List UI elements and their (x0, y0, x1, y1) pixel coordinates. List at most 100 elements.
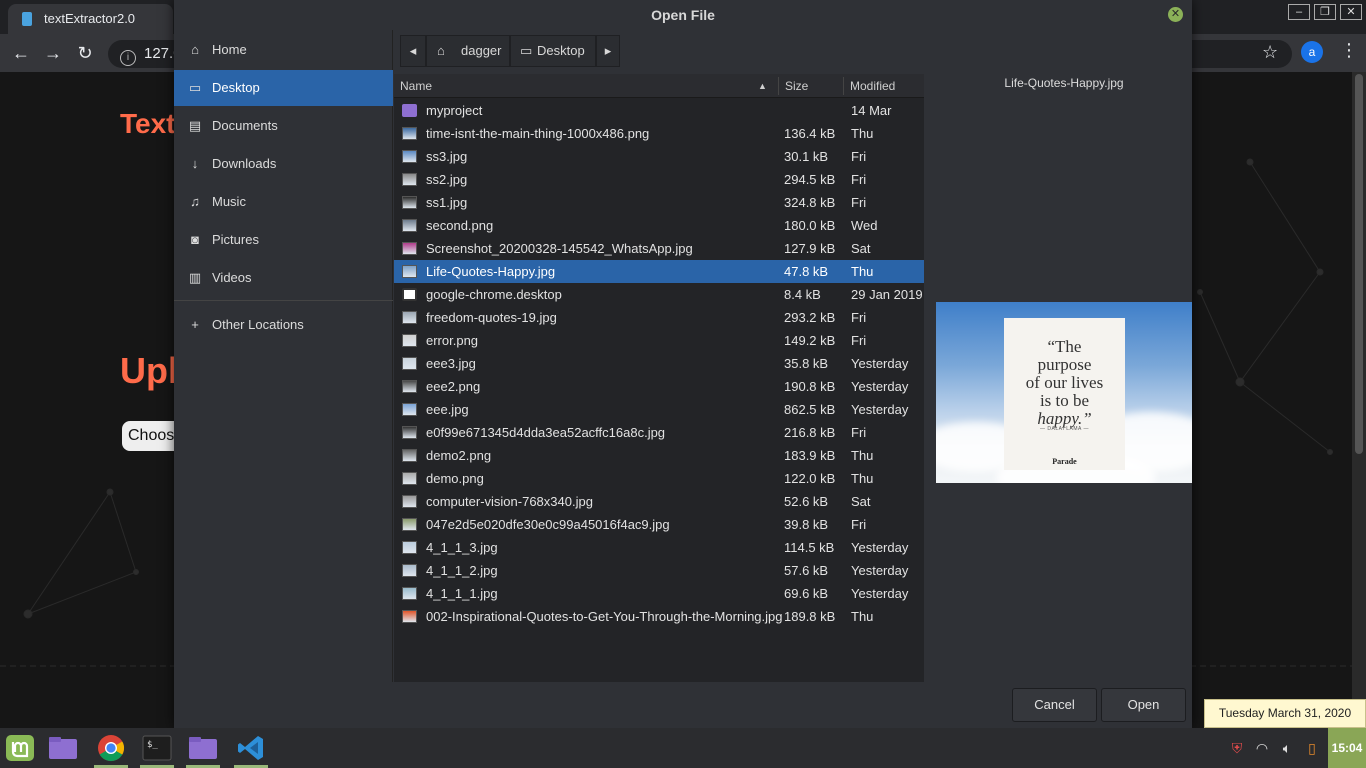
forward-arrow-icon[interactable]: → (40, 40, 66, 66)
file-name: 4_1_1_1.jpg (426, 586, 498, 601)
files-folder-icon[interactable] (186, 732, 220, 768)
place-pictures[interactable]: ◙ Pictures (174, 222, 393, 258)
place-other-locations[interactable]: + Other Locations (174, 307, 393, 343)
terminal-icon[interactable]: $_ (140, 732, 174, 768)
vscode-icon[interactable] (234, 732, 268, 768)
file-row[interactable]: eee3.jpg 35.8 kB Yesterday (394, 352, 924, 375)
svg-text:$_: $_ (147, 740, 158, 750)
preview-brand-logo: Parade (1052, 457, 1077, 466)
plus-icon: + (191, 317, 199, 332)
volume-icon[interactable]: 🔈︎ (1278, 739, 1296, 757)
desktop-icon: ▭ (188, 80, 202, 95)
file-modified: Yesterday (851, 356, 909, 371)
place-documents[interactable]: ▤ Documents (174, 108, 393, 144)
place-home[interactable]: ⌂ Home (174, 32, 393, 68)
restore-window-button[interactable]: ❐ (1314, 4, 1336, 20)
file-modified: Yesterday (851, 540, 909, 555)
file-row[interactable]: ss2.jpg 294.5 kB Fri (394, 168, 924, 191)
film-icon: ▥ (188, 270, 202, 285)
file-row[interactable]: second.png 180.0 kB Wed (394, 214, 924, 237)
scrollbar-thumb[interactable] (1355, 74, 1363, 454)
open-button[interactable]: Open (1101, 688, 1186, 722)
document-icon: ▤ (188, 118, 202, 133)
file-row[interactable]: error.png 149.2 kB Fri (394, 329, 924, 352)
column-modified-header[interactable]: Modified (850, 74, 895, 98)
file-row[interactable]: ss1.jpg 324.8 kB Fri (394, 191, 924, 214)
profile-avatar[interactable]: a (1301, 41, 1323, 63)
browser-tab[interactable]: textExtractor2.0 (8, 4, 173, 34)
file-size: 294.5 kB (784, 172, 836, 187)
file-row[interactable]: google-chrome.desktop 8.4 kB 29 Jan 2019 (394, 283, 924, 306)
preview-filename: Life-Quotes-Happy.jpg (1004, 76, 1124, 90)
place-label: Downloads (212, 156, 277, 171)
dialog-close-icon[interactable]: ✕ (1168, 7, 1183, 22)
back-arrow-icon[interactable]: ← (8, 40, 34, 66)
file-row[interactable]: 4_1_1_3.jpg 114.5 kB Yesterday (394, 536, 924, 559)
column-size-header[interactable]: Size (785, 74, 808, 98)
page-heading: Text (120, 108, 176, 139)
site-info-icon[interactable]: i (120, 50, 136, 66)
file-size: 216.8 kB (784, 425, 836, 440)
file-list: Name ▲ Size Modified myproject 14 Mar time… (394, 74, 924, 682)
place-desktop[interactable]: ▭ Desktop (174, 70, 393, 106)
file-row[interactable]: Screenshot_20200328-145542_WhatsApp.jpg 1… (394, 237, 924, 260)
file-modified: Fri (851, 425, 867, 440)
path-segment-home[interactable]: ⌂ dagger (426, 35, 510, 67)
wifi-icon[interactable]: ◠ (1253, 739, 1271, 757)
bookmark-star-icon[interactable]: ☆ (1262, 42, 1278, 63)
image-file-icon (402, 449, 417, 462)
place-videos[interactable]: ▥ Videos (174, 260, 393, 296)
battery-icon[interactable]: ▯ (1303, 739, 1321, 757)
path-segment-desktop[interactable]: ▭ Desktop (510, 35, 596, 67)
page-scrollbar[interactable] (1352, 72, 1366, 728)
music-icon: ♫ (190, 194, 200, 209)
file-name: second.png (426, 218, 494, 233)
image-file-icon (402, 403, 417, 416)
path-scroll-right-button[interactable]: ▸ (596, 35, 620, 67)
cancel-button[interactable]: Cancel (1012, 688, 1097, 722)
minimize-window-button[interactable]: – (1288, 4, 1310, 20)
clock[interactable]: 15:04 (1328, 728, 1366, 768)
column-name-header[interactable]: Name ▲ (400, 74, 776, 98)
browser-menu-icon[interactable]: ⋮ (1340, 40, 1358, 61)
file-row[interactable]: e0f99e671345d4dda3ea52acffc16a8c.jpg 216.… (394, 421, 924, 444)
folder-icon: ▭ (520, 43, 533, 58)
file-name: 002-Inspirational-Quotes-to-Get-You-Thro… (426, 609, 783, 624)
place-label: Other Locations (212, 317, 304, 332)
file-row[interactable]: 002-Inspirational-Quotes-to-Get-You-Thro… (394, 605, 924, 628)
file-row[interactable]: freedom-quotes-19.jpg 293.2 kB Fri (394, 306, 924, 329)
file-size: 183.9 kB (784, 448, 836, 463)
file-modified: Wed (851, 218, 878, 233)
file-row[interactable]: eee2.png 190.8 kB Yesterday (394, 375, 924, 398)
close-window-button[interactable]: ✕ (1340, 4, 1362, 20)
mint-menu-icon[interactable] (4, 732, 38, 764)
chrome-icon[interactable] (94, 732, 128, 768)
files-folder-icon[interactable] (46, 732, 80, 764)
file-name: eee3.jpg (426, 356, 476, 371)
place-downloads[interactable]: ↓ Downloads (174, 146, 393, 182)
reload-icon[interactable]: ↻ (72, 40, 98, 66)
file-size: 862.5 kB (784, 402, 836, 417)
file-row[interactable]: Life-Quotes-Happy.jpg 47.8 kB Thu (394, 260, 924, 283)
update-shield-icon[interactable]: ⛨ (1228, 739, 1246, 757)
path-scroll-left-button[interactable]: ◂ (400, 35, 426, 67)
file-name: ss2.jpg (426, 172, 468, 187)
image-file-icon (402, 311, 417, 324)
file-row[interactable]: myproject 14 Mar (394, 99, 924, 122)
file-row[interactable]: demo.png 122.0 kB Thu (394, 467, 924, 490)
file-size: 114.5 kB (784, 540, 835, 555)
file-row[interactable]: 047e2d5e020dfe30e0c99a45016f4ac9.jpg 39.8… (394, 513, 924, 536)
file-row[interactable]: eee.jpg 862.5 kB Yesterday (394, 398, 924, 421)
file-modified: Fri (851, 195, 867, 210)
image-file-icon (402, 472, 417, 485)
place-label: Home (212, 42, 247, 57)
place-music[interactable]: ♫ Music (174, 184, 393, 220)
file-row[interactable]: ss3.jpg 30.1 kB Fri (394, 145, 924, 168)
file-row[interactable]: 4_1_1_2.jpg 57.6 kB Yesterday (394, 559, 924, 582)
file-row[interactable]: computer-vision-768x340.jpg 52.6 kB Sat (394, 490, 924, 513)
file-row[interactable]: 4_1_1_1.jpg 69.6 kB Yesterday (394, 582, 924, 605)
column-size-label: Size (785, 79, 809, 93)
image-file-icon (402, 357, 417, 370)
file-row[interactable]: demo2.png 183.9 kB Thu (394, 444, 924, 467)
file-row[interactable]: time-isnt-the-main-thing-1000x486.png 136… (394, 122, 924, 145)
